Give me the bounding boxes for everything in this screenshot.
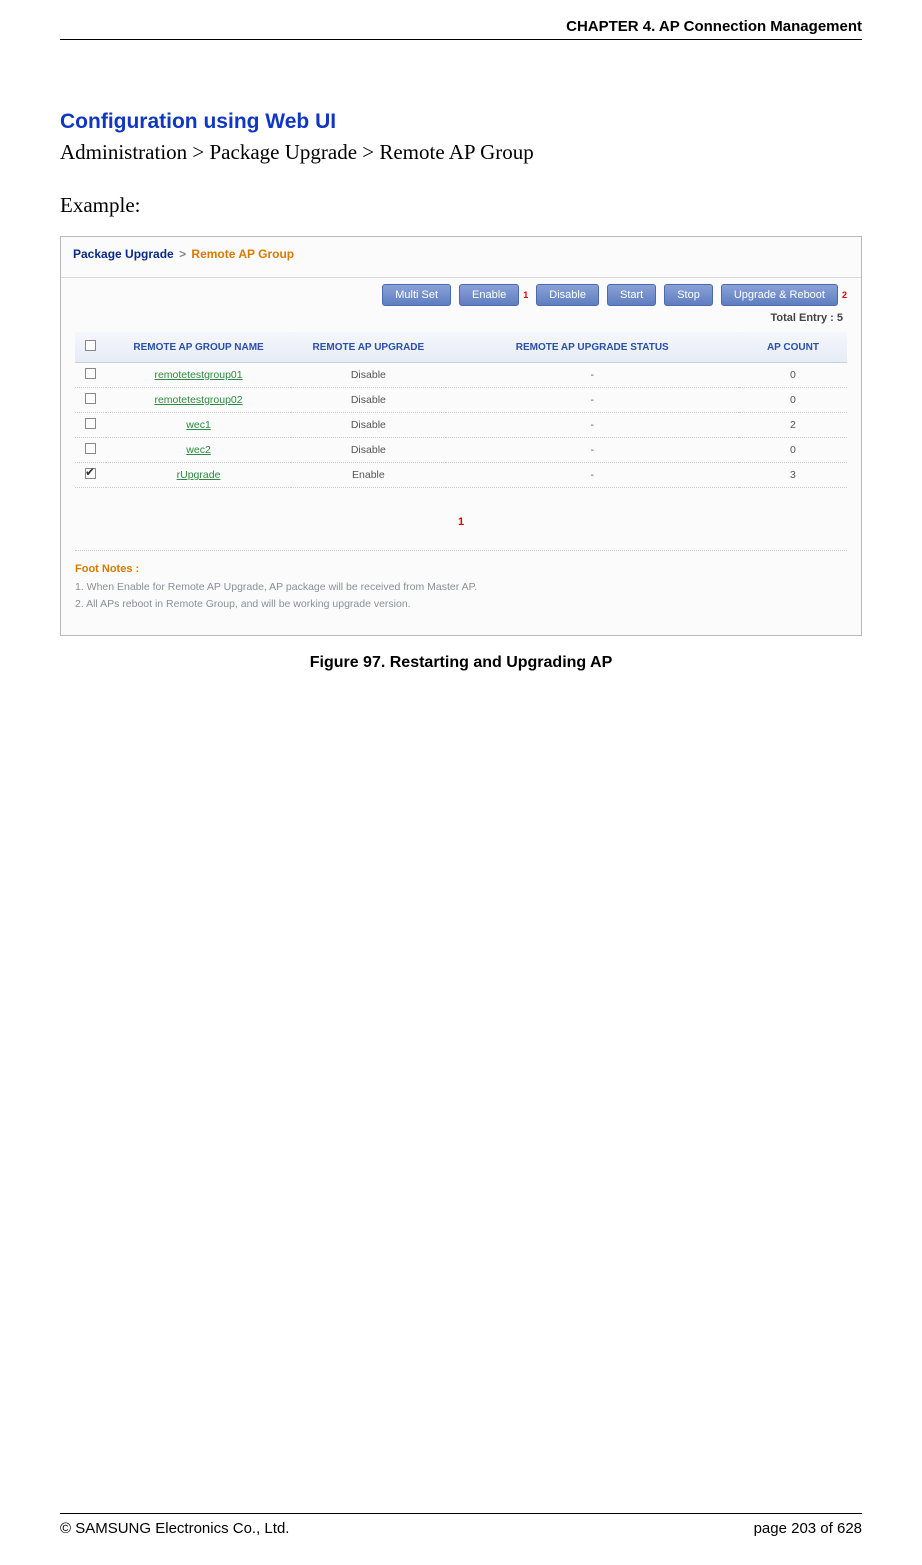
chapter-title: CHAPTER 4. AP Connection Management [566,18,862,35]
status-cell: - [446,413,739,438]
enable-button[interactable]: Enable [459,284,519,306]
breadcrumb: Package Upgrade > Remote AP Group [61,237,861,278]
count-cell: 0 [739,438,847,463]
stop-button[interactable]: Stop [664,284,713,306]
table-row: wec1 Disable-2 [75,413,847,438]
count-cell: 0 [739,363,847,388]
table-row: remotetestgroup02 Disable-0 [75,388,847,413]
footnotes-title: Foot Notes : [75,563,847,575]
upgrade-cell: Disable [291,363,445,388]
disable-button[interactable]: Disable [536,284,599,306]
table-row: wec2 Disable-0 [75,438,847,463]
breadcrumb-sep: > [179,247,186,261]
example-label: Example: [60,193,862,218]
col-upgrade: REMOTE AP UPGRADE [291,332,445,363]
col-checkbox [75,332,106,363]
upgrade-cell: Disable [291,388,445,413]
table-row: rUpgrade Enable-3 [75,463,847,488]
group-name-link[interactable]: wec1 [186,419,211,431]
status-cell: - [446,438,739,463]
group-name-link[interactable]: remotetestgroup02 [154,394,242,406]
status-cell: - [446,463,739,488]
footnote-2: 2. All APs reboot in Remote Group, and w… [75,596,847,613]
count-cell: 2 [739,413,847,438]
page-content: Configuration using Web UI Administratio… [60,0,862,672]
section-title: Configuration using Web UI [60,110,862,134]
upgrade-reboot-button[interactable]: Upgrade & Reboot [721,284,838,306]
multi-set-button[interactable]: Multi Set [382,284,451,306]
group-name-link[interactable]: remotetestgroup01 [154,369,242,381]
page-footer: © SAMSUNG Electronics Co., Ltd. page 203… [60,1513,862,1537]
row-checkbox[interactable] [85,443,96,454]
count-cell: 3 [739,463,847,488]
table-row: remotetestgroup01 Disable-0 [75,363,847,388]
footnotes: Foot Notes : 1. When Enable for Remote A… [61,551,861,635]
count-cell: 0 [739,388,847,413]
row-checkbox[interactable] [85,393,96,404]
col-name: REMOTE AP GROUP NAME [106,332,291,363]
upgrade-cell: Disable [291,413,445,438]
row-checkbox[interactable] [85,468,96,479]
breadcrumb-part1: Package Upgrade [73,247,174,261]
footnote-1: 1. When Enable for Remote AP Upgrade, AP… [75,579,847,596]
start-button[interactable]: Start [607,284,656,306]
status-cell: - [446,363,739,388]
row-checkbox[interactable] [85,418,96,429]
ap-group-table: REMOTE AP GROUP NAME REMOTE AP UPGRADE R… [75,332,847,488]
upgrade-cell: Enable [291,463,445,488]
group-name-link[interactable]: rUpgrade [177,469,221,481]
pager[interactable]: 1 [75,488,847,551]
toolbar: Multi Set Enable 1 Disable Start Stop Up… [61,278,861,308]
col-count: AP COUNT [739,332,847,363]
row-checkbox[interactable] [85,368,96,379]
navigation-path: Administration > Package Upgrade > Remot… [60,140,862,165]
breadcrumb-part2: Remote AP Group [191,247,294,261]
upgrade-cell: Disable [291,438,445,463]
page-header: CHAPTER 4. AP Connection Management [60,18,862,40]
screenshot-figure: Package Upgrade > Remote AP Group Multi … [60,236,862,636]
page-number: page 203 of 628 [754,1520,862,1537]
col-status: REMOTE AP UPGRADE STATUS [446,332,739,363]
footnote-ref-2: 2 [842,290,847,300]
footnote-ref-1: 1 [523,290,528,300]
status-cell: - [446,388,739,413]
figure-caption: Figure 97. Restarting and Upgrading AP [60,654,862,672]
select-all-checkbox[interactable] [85,340,96,351]
total-entry-label: Total Entry : 5 [61,308,861,332]
group-name-link[interactable]: wec2 [186,444,211,456]
copyright: © SAMSUNG Electronics Co., Ltd. [60,1520,289,1537]
